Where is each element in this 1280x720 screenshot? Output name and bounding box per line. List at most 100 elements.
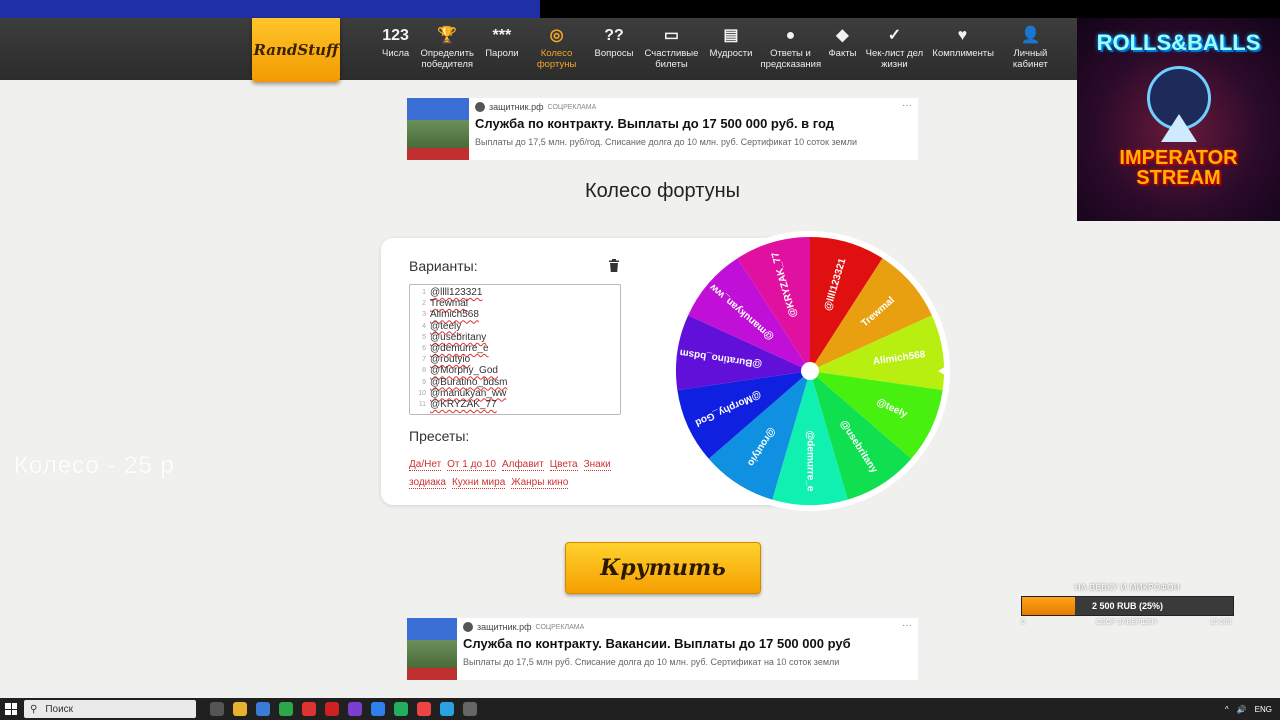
fortune-wheel[interactable]: @llll123321 Trewmal Alimich568 @teely @usebr…	[668, 229, 952, 513]
ad-banner-top[interactable]: защитник.рф СОЦРЕКЛАМА Служба по контракт…	[407, 98, 918, 160]
line-number: 8	[422, 367, 426, 375]
line-number: 7	[422, 356, 426, 364]
nav-item[interactable]: ?? Вопросы	[591, 22, 638, 70]
volume-icon[interactable]: 🔊	[1237, 705, 1247, 714]
ad-source-icon	[475, 102, 485, 112]
preset-link[interactable]: От 1 до 10	[447, 459, 496, 471]
presets-label: Пресеты:	[409, 428, 470, 444]
nav-item-label: Счастливые билеты	[644, 48, 699, 70]
site-logo[interactable]: RandStuff	[252, 18, 340, 82]
nav-item[interactable]: ◆ Факты	[824, 22, 860, 70]
wheel-icon: ◎	[549, 26, 564, 44]
line-number: 10	[418, 389, 426, 397]
ad-description: Выплаты до 17,5 млн. руб/год. Списание д…	[475, 137, 857, 147]
obs-icon[interactable]	[463, 702, 477, 716]
wheel-hub	[801, 362, 819, 380]
ad-description: Выплаты до 17,5 млн руб. Списание долга …	[463, 657, 840, 667]
yandex-icon[interactable]	[302, 702, 316, 716]
presets-list: Да/Нет От 1 до 10 Алфавит Цвета Знаки зодиак…	[409, 456, 649, 492]
variant-line: 11 @KRYZAK_77	[410, 399, 620, 410]
system-tray: ^ 🔊 ENG	[1225, 698, 1280, 720]
ad-source: защитник.рф	[489, 102, 544, 112]
variant-line: 2 Trewmal	[410, 298, 620, 309]
chrome-icon[interactable]	[279, 702, 293, 716]
task-view-icon[interactable]	[210, 702, 224, 716]
stream-subtitle-line1: IMPERATOR	[1119, 147, 1238, 169]
ad-headline[interactable]: Служба по контракту. Выплаты до 17 500 0…	[475, 116, 857, 131]
nav-item[interactable]: 123 Числа	[378, 22, 413, 70]
ad-tag: СОЦРЕКЛАМА	[547, 103, 597, 111]
ad-banner-bottom[interactable]: защитник.рф СОЦРЕКЛАМА Служба по контракт…	[407, 618, 918, 680]
ticket-icon: ▭	[663, 26, 680, 44]
variant-text: Alimich568	[430, 309, 479, 321]
variant-line: 4 @teely	[410, 321, 620, 332]
store-icon[interactable]	[256, 702, 270, 716]
nav-item[interactable]: *** Пароли	[481, 22, 522, 70]
nav-item[interactable]: ▤ Мудрости	[705, 22, 756, 70]
nav-item[interactable]: ✓ Чек-лист дел жизни	[860, 22, 928, 70]
nav-item-label: Пароли	[485, 48, 519, 59]
line-number: 5	[422, 333, 426, 341]
variant-text: @demurre_e	[430, 342, 489, 354]
yandex-browser-icon[interactable]	[417, 702, 431, 716]
ad-source: защитник.рф	[477, 622, 532, 632]
ad-source-icon	[463, 622, 473, 632]
nav-item[interactable]: ▭ Счастливые билеты	[637, 22, 705, 70]
search-placeholder: Поиск	[45, 703, 74, 715]
app-icon[interactable]	[348, 702, 362, 716]
nav-item-label: Комплименты	[932, 48, 994, 59]
variant-line: 1 @llll123321	[410, 287, 620, 298]
variant-line: 8 @Morphy_God	[410, 365, 620, 376]
variant-line: 3 Alimich568	[410, 309, 620, 320]
preset-link[interactable]: Алфавит	[501, 459, 544, 471]
triangle-icon	[1161, 114, 1197, 142]
ad-thumbnail	[407, 98, 469, 160]
numbers-icon: 123	[382, 26, 409, 44]
variant-text: @usebritany	[430, 331, 487, 343]
variant-text: @teely	[430, 320, 462, 332]
windows-taskbar: ⚲ Поиск ^ 🔊 ENG	[0, 698, 1280, 720]
donation-max: 10 000	[1210, 619, 1232, 626]
trash-icon[interactable]	[608, 259, 620, 275]
telegram-icon[interactable]	[440, 702, 454, 716]
password-icon: ***	[492, 26, 512, 44]
app-icon[interactable]	[394, 702, 408, 716]
variant-line: 10 @manukyan_ww	[410, 388, 620, 399]
nav-item-label: Ответы и предсказания	[760, 48, 822, 70]
nav-item-label: Мудрости	[709, 48, 753, 59]
variant-text: @Buratino_bdsm	[430, 376, 508, 388]
checklist-icon: ✓	[887, 26, 902, 44]
nav-item[interactable]: ◎ Колесо фортуны	[523, 22, 591, 70]
wheel-svg[interactable]: @llll123321 TrewmalAlimich568@teely@usebr…	[668, 229, 952, 513]
line-number: 1	[422, 289, 426, 296]
nav-item-label: Личный кабинет	[1012, 48, 1048, 70]
preset-link[interactable]: Кухни мира	[451, 477, 506, 489]
nav-item[interactable]: ● Ответы и предсказания	[756, 22, 824, 70]
variant-text: @KRYZAK_77	[430, 398, 497, 410]
opera-icon[interactable]	[325, 702, 339, 716]
nav-item-label: Числа	[382, 48, 410, 59]
preset-link[interactable]: Да/Нет	[409, 459, 442, 471]
tray-chevron-icon[interactable]: ^	[1225, 705, 1229, 714]
variants-textarea[interactable]: 1 @llll123321 2 Trewmal 3 Alimich568 4 @teely 5 @…	[409, 284, 621, 415]
taskbar-search[interactable]: ⚲ Поиск	[24, 700, 196, 718]
nav-item-label: Вопросы	[594, 48, 634, 59]
nav-item[interactable]: ♥ Комплименты	[928, 22, 996, 70]
nav-item[interactable]: 🏆 Определить победителя	[413, 22, 481, 70]
windows-start-icon[interactable]	[2, 700, 20, 718]
ad-more-icon[interactable]: ···	[902, 100, 912, 111]
taskbar-apps	[210, 702, 477, 716]
explorer-icon[interactable]	[233, 702, 247, 716]
spin-button[interactable]: Крутить	[565, 542, 761, 594]
ad-headline[interactable]: Служба по контракту. Вакансии. Выплаты д…	[463, 636, 851, 651]
preset-link[interactable]: Жанры кино	[511, 477, 569, 489]
app-icon[interactable]	[371, 702, 385, 716]
nav-item-label: Колесо фортуны	[536, 48, 577, 70]
preset-link[interactable]: Цвета	[549, 459, 578, 471]
fact-icon: ◆	[836, 26, 849, 44]
nav-menu: 123 Числа 🏆 Определить победителя *** Пароли ◎…	[378, 22, 1064, 70]
ad-more-icon[interactable]: ···	[902, 620, 912, 631]
nav-item[interactable]: 👤 Личный кабинет	[996, 22, 1064, 70]
lang-indicator[interactable]: ENG	[1255, 705, 1272, 714]
question-icon: ??	[604, 26, 624, 44]
